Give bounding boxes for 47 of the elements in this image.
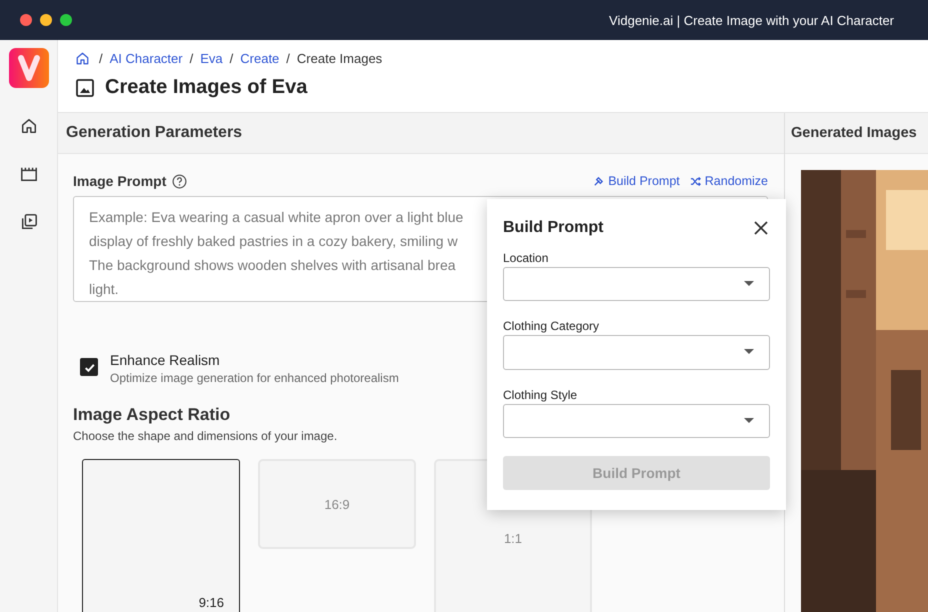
caret-icon [744,349,754,356]
help-icon[interactable] [172,174,188,188]
breadcrumb-separator: / [286,50,290,66]
field-label: Clothing Category [503,319,600,334]
section-description: Choose the shape and dimensions of your image. [73,429,338,443]
dropdown-field[interactable] [503,404,770,438]
field-label: Clothing Style [503,388,578,402]
home-icon[interactable] [75,50,90,66]
placeholder-text: light. [89,280,119,299]
window-title: Vidgenie.ai | Create Image with your AI Character [609,12,894,28]
shuffle-icon [690,176,701,186]
breadcrumb-link[interactable]: Eva [200,50,223,66]
placeholder-text: The background shows wooden shelves with artisanal brea [89,256,456,275]
placeholder-text: display of freshly baked pastries in a cozy bakery, smiling w [89,232,458,251]
breadcrumb-separator: / [99,50,103,66]
breadcrumb-current: Create Images [296,50,382,66]
popup-title: Build Prompt [503,219,604,237]
randomize-link[interactable]: Randomize [690,174,768,188]
checkbox[interactable] [80,358,98,376]
checkbox-label: Enhance Realism [110,352,221,368]
panel-title: Generated Images [791,125,917,141]
close-icon[interactable] [752,219,770,237]
checkbox-description: Optimize image generation for enhanced photorealism [110,371,399,385]
aspect-ratio-card[interactable]: 9:16 [82,459,240,612]
caret-icon [744,418,754,424]
breadcrumb-separator: / [230,50,234,66]
field-label: Image Prompt [73,173,166,189]
logo-icon[interactable] [8,48,48,88]
placeholder-text: Example: Eva wearing a casual white apron over a light blue [89,208,464,227]
build-prompt-button: Build Prompt [503,456,770,490]
breadcrumb-link[interactable]: Create [240,50,280,66]
close-window-button[interactable] [20,14,32,26]
page-title: Create Images of Eva [105,76,308,99]
zoom-window-button[interactable] [60,14,72,26]
dropdown-field[interactable] [503,335,770,370]
minimize-window-button[interactable] [40,14,52,26]
caret-icon [744,281,754,288]
breadcrumb-separator: / [190,50,194,66]
image-icon [75,78,95,98]
breadcrumb-link[interactable]: AI Character [110,50,183,66]
section-title: Image Aspect Ratio [73,405,230,425]
wrench-icon [593,176,604,186]
field-label: Location [503,251,550,265]
dropdown-field[interactable] [503,267,770,302]
aspect-ratio-card[interactable]: 16:9 [258,459,416,549]
panel-title: Generation Parameters [66,124,242,142]
build-prompt-link[interactable]: Build Prompt [593,174,680,188]
